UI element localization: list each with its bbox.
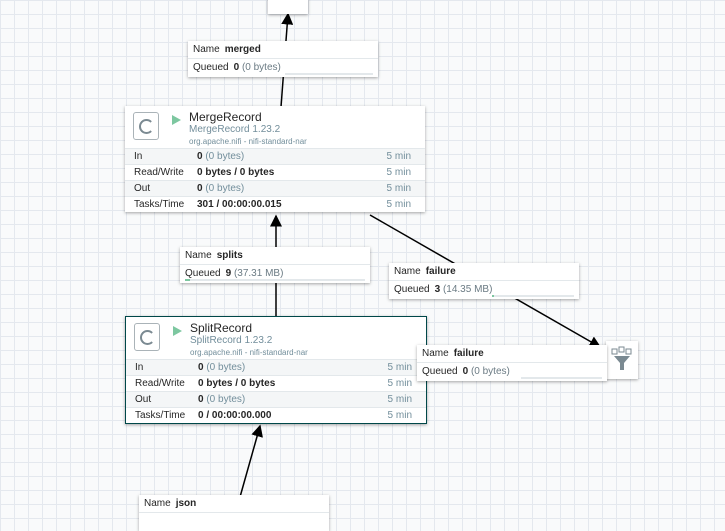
stat-window: 5 min: [386, 151, 411, 162]
processor-splitrecord[interactable]: SplitRecord SplitRecord 1.23.2 org.apach…: [125, 316, 427, 424]
stat-value: 0 bytes / 0 bytes: [198, 378, 276, 389]
queue-bar: [185, 279, 365, 281]
name-key: Name: [193, 44, 220, 55]
queued-key: Queued: [394, 284, 430, 295]
connection-name: failure: [453, 348, 484, 359]
stat-window: 5 min: [387, 410, 412, 421]
stat-row: In 0 (0 bytes) 5 min: [126, 359, 426, 375]
queued-size: (14.35 MB): [442, 284, 493, 295]
stat-value: 301 / 00:00:00.015: [197, 199, 282, 210]
stat-row: Read/Write 0 bytes / 0 bytes 5 min: [126, 375, 426, 391]
processor-name: MergeRecord: [189, 110, 262, 124]
processor-bundle: org.apache.nifi - nifi-standard-nar: [189, 137, 307, 146]
connection-label-json[interactable]: Name json: [139, 495, 329, 531]
stat-value: 0 (0 bytes): [198, 362, 246, 373]
stat-label: Read/Write: [134, 167, 184, 178]
name-key: Name: [394, 266, 421, 277]
queued-key: Queued: [193, 62, 229, 73]
stat-label: In: [135, 362, 144, 373]
queued-size: (37.31 MB): [233, 268, 284, 279]
upstream-node[interactable]: [268, 0, 308, 14]
stat-label: Read/Write: [135, 378, 185, 389]
connection-label-failure-2[interactable]: Name failure Queued 0 (0 bytes): [417, 345, 607, 381]
stat-row: In 0 (0 bytes) 5 min: [125, 148, 425, 164]
connection-label-splits[interactable]: Name splits Queued 9 (37.31 MB): [180, 247, 370, 283]
funnel-icon: [611, 346, 632, 370]
stat-window: 5 min: [386, 183, 411, 194]
connection-label-merged[interactable]: Name merged Queued 0 (0 bytes): [188, 41, 378, 77]
stat-window: 5 min: [387, 378, 412, 389]
stat-value: 0 / 00:00:00.000: [198, 410, 272, 421]
stat-value: 0 (0 bytes): [197, 151, 245, 162]
stat-window: 5 min: [386, 199, 411, 210]
stat-row: Tasks/Time 0 / 00:00:00.000 5 min: [126, 407, 426, 423]
funnel[interactable]: [606, 341, 638, 379]
processor-stats: In 0 (0 bytes) 5 min Read/Write 0 bytes / 0 …: [126, 359, 426, 423]
name-key: Name: [185, 250, 212, 261]
queued-size: (0 bytes): [470, 366, 510, 377]
processor-bundle: org.apache.nifi - nifi-standard-nar: [190, 348, 308, 357]
connection-name: failure: [425, 266, 456, 277]
stat-row: Tasks/Time 301 / 00:00:00.015 5 min: [125, 196, 425, 212]
queued-count: 3: [434, 284, 441, 295]
stat-window: 5 min: [386, 167, 411, 178]
queued-key: Queued: [185, 268, 221, 279]
queued-count: 0: [233, 62, 240, 73]
stat-row: Out 0 (0 bytes) 5 min: [126, 391, 426, 407]
connection-name: merged: [224, 44, 261, 55]
processor-name: SplitRecord: [190, 321, 253, 335]
queue-bar: [521, 377, 602, 379]
running-icon: [172, 115, 181, 125]
connection-name: splits: [216, 250, 243, 261]
stat-window: 5 min: [387, 362, 412, 373]
name-key: Name: [422, 348, 449, 359]
connection-name: json: [175, 498, 197, 509]
stat-value: 0 (0 bytes): [198, 394, 246, 405]
queue-bar: [492, 295, 574, 297]
processor-mergerecord[interactable]: MergeRecord MergeRecord 1.23.2 org.apach…: [125, 106, 425, 212]
processor-icon: [133, 112, 159, 140]
stat-value: 0 bytes / 0 bytes: [197, 167, 275, 178]
connection-line-json: [239, 424, 263, 498]
processor-type: MergeRecord 1.23.2: [189, 124, 281, 135]
queued-key: Queued: [422, 366, 458, 377]
queued-size: (0 bytes): [241, 62, 281, 73]
processor-type: SplitRecord 1.23.2: [190, 335, 273, 346]
stat-label: Out: [135, 394, 152, 405]
running-icon: [173, 326, 182, 336]
stat-row: Out 0 (0 bytes) 5 min: [125, 180, 425, 196]
stat-label: Tasks/Time: [134, 199, 185, 210]
stat-label: Out: [134, 183, 151, 194]
queued-count: 0: [462, 366, 469, 377]
stat-label: In: [134, 151, 143, 162]
processor-icon: [134, 323, 160, 351]
stat-value: 0 (0 bytes): [197, 183, 245, 194]
processor-stats: In 0 (0 bytes) 5 min Read/Write 0 bytes / 0 …: [125, 148, 425, 212]
queued-count: 9: [225, 268, 232, 279]
connection-label-failure-1[interactable]: Name failure Queued 3 (14.35 MB): [389, 263, 579, 299]
queue-bar: [285, 73, 373, 75]
stat-window: 5 min: [387, 394, 412, 405]
stat-label: Tasks/Time: [135, 410, 186, 421]
stat-row: Read/Write 0 bytes / 0 bytes 5 min: [125, 164, 425, 180]
name-key: Name: [144, 498, 171, 509]
